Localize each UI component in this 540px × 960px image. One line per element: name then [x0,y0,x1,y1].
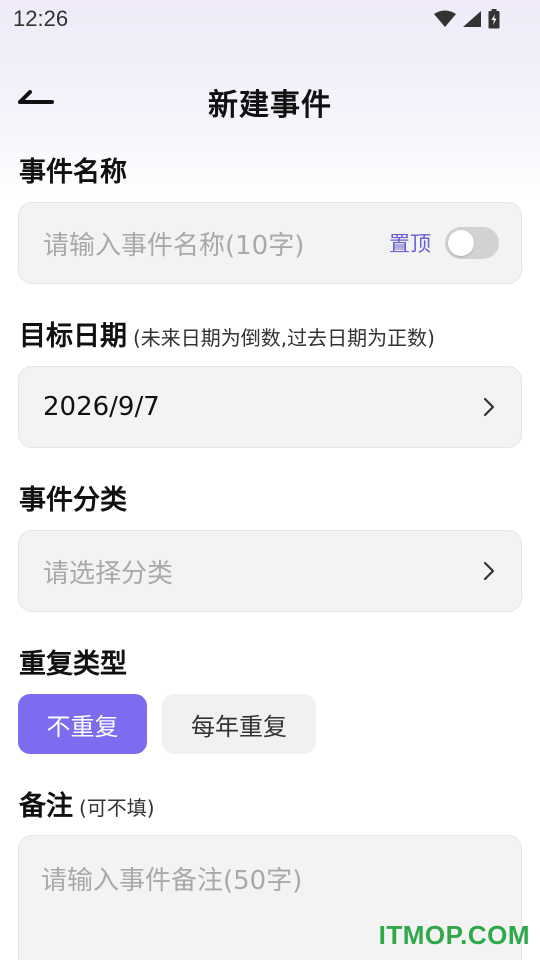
category-field[interactable]: 请选择分类 [18,530,522,612]
target-date-hint: (未来日期为倒数,过去日期为正数) [133,326,435,350]
status-time: 12:26 [13,6,69,31]
event-name-input[interactable]: 请输入事件名称(10字) [43,225,389,262]
toggle-knob [448,230,474,256]
target-date-value: 2026/9/7 [43,392,160,422]
chevron-right-icon [483,397,495,417]
event-name-field[interactable]: 请输入事件名称(10字) 置顶 [18,202,522,284]
notes-hint: (可不填) [79,796,155,820]
target-date-title: 目标日期 [19,321,127,352]
status-icons [434,9,500,29]
notes-label: 备注 (可不填) [19,784,155,823]
repeat-option-none[interactable]: 不重复 [18,694,147,754]
target-date-label: 目标日期 (未来日期为倒数,过去日期为正数) [19,314,435,353]
status-bar: 12:26 [0,0,540,38]
signal-icon [463,11,481,27]
chevron-right-icon [483,561,495,581]
event-name-label: 事件名称 [19,157,127,188]
pin-top-toggle[interactable] [445,227,499,259]
category-label: 事件分类 [19,485,127,516]
wifi-icon [434,10,456,27]
notes-input[interactable]: 请输入事件备注(50字) [41,866,302,896]
repeat-option-yearly[interactable]: 每年重复 [162,694,316,754]
watermark: ITMOP.COM [378,920,530,950]
category-placeholder: 请选择分类 [43,558,174,589]
battery-icon [488,9,500,29]
repeat-type-label: 重复类型 [19,649,127,680]
app-bar: 新建事件 [0,70,540,126]
target-date-field[interactable]: 2026/9/7 [18,366,522,448]
pin-top-label: 置顶 [389,232,431,256]
notes-title: 备注 [19,791,73,822]
page-title: 新建事件 [208,88,332,123]
